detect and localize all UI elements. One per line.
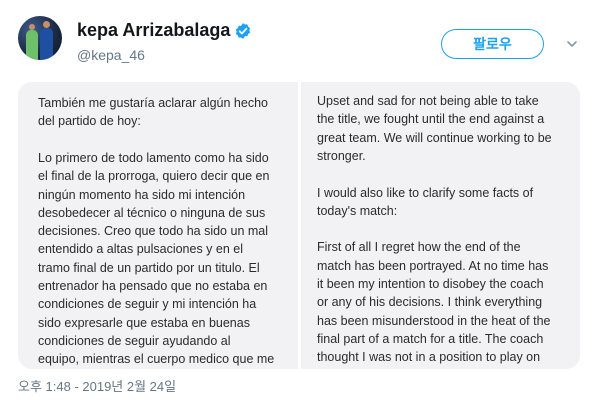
verified-badge-icon <box>235 23 251 39</box>
statement-line: el final de la prorroga, quiero decir qu… <box>38 169 270 184</box>
statement-line: decisiones. Creo que todo ha sido un mal <box>38 224 269 239</box>
statement-line: final part of a match for a title. The c… <box>317 331 544 346</box>
statement-line: has been misunderstood in the heat of th… <box>317 313 551 328</box>
statement-line: it been my intention to disobey the coac… <box>317 277 544 291</box>
statement-line: del partido de hoy: <box>38 114 141 129</box>
statement-line: entrenador ha pensado que no estaba en <box>38 279 268 293</box>
statement-line: entendido a altas pulsaciones y en el <box>38 242 244 257</box>
statement-line: thought I was not in a position to play … <box>317 350 541 365</box>
statement-line: match has been portrayed. At no time has <box>317 258 549 273</box>
tweet-media-image[interactable]: También me gustaría aclarar algún hecho d… <box>18 82 580 369</box>
statement-line: desobedecer al técnico o ninguna de sus <box>38 205 266 220</box>
statement-line: the title, we fought until the end again… <box>317 112 545 127</box>
statement-line: También me gustaría aclarar algún hecho <box>38 96 268 110</box>
chevron-down-icon[interactable] <box>566 38 578 50</box>
statement-line: condiciones de seguir y mi intención ha <box>38 297 257 312</box>
statement-line: great team. We will continue working to … <box>317 130 552 145</box>
statement-line: First of all I regret how the end of the <box>317 240 521 255</box>
user-handle[interactable]: @kepa_46 <box>77 47 145 63</box>
statement-line: sido expresarle que estaba en buenas <box>38 315 250 330</box>
avatar-figure-player <box>40 21 53 60</box>
display-name[interactable]: kepa Arrizabalaga <box>77 20 230 41</box>
statement-line: stronger. <box>317 148 366 163</box>
statement-line: I would also like to clarify some facts … <box>317 185 534 200</box>
statement-line: ningún momento ha sido mi intención <box>38 187 246 202</box>
follow-button[interactable]: 팔로우 <box>441 29 544 59</box>
statement-line: condiciones de seguir ayudando al <box>38 333 231 348</box>
statement-line: Lo primero de todo lamento como ha sido <box>38 150 269 165</box>
statement-line: or any of his decisions. I think everyth… <box>317 295 543 310</box>
statement-line: equipo, mientras el cuerpo medico que me <box>38 352 275 367</box>
avatar[interactable] <box>18 16 62 60</box>
statement-spanish-panel: También me gustaría aclarar algún hecho d… <box>18 82 298 369</box>
statement-line: today's match: <box>317 203 398 218</box>
statement-english-panel: Upset and sad for not being able to take… <box>301 82 580 369</box>
avatar-figure-goalkeeper <box>26 24 38 60</box>
tweet-timestamp[interactable]: 오후 1:48 - 2019년 2월 24일 <box>18 376 176 395</box>
statement-line: Upset and sad for not being able to take <box>317 94 539 108</box>
statement-line: tramo final de un partido por un titulo.… <box>38 260 260 275</box>
